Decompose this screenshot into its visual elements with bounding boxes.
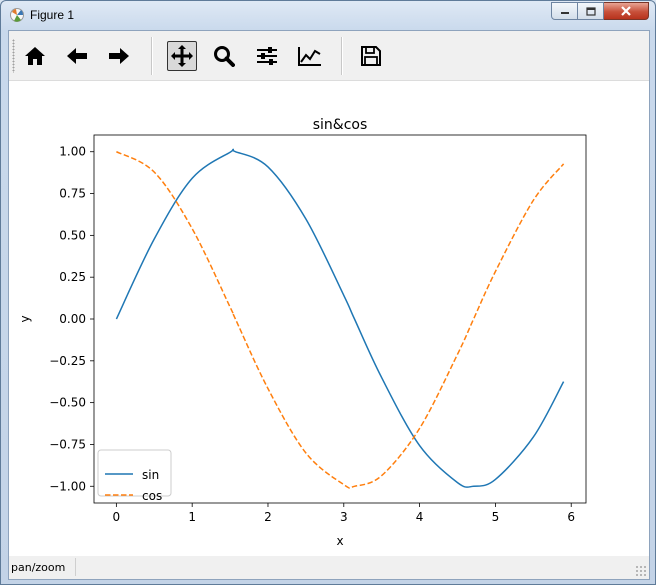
figure-client-area: sin&cos x y 0 1 2 3 4 5 6 1.00 0.75 0.50 0.25 0.00 −… (8, 30, 650, 580)
y-tick-label: −1.00 (49, 479, 86, 493)
save-button[interactable] (356, 41, 386, 71)
title-bar[interactable]: Figure 1 (1, 1, 655, 29)
app-icon (10, 8, 24, 22)
navigation-toolbar (9, 31, 649, 81)
y-tick-label: −0.50 (49, 396, 86, 410)
resize-grip[interactable] (635, 565, 647, 577)
x-tick-label: 3 (340, 510, 348, 524)
x-tick-label: 1 (188, 510, 196, 524)
edit-axis-button[interactable] (295, 41, 325, 71)
minimize-icon (560, 12, 569, 14)
app-window: Figure 1 sin&cos x y 0 1 2 3 4 5 6 1.00 … (0, 0, 656, 585)
move-icon (171, 45, 193, 67)
legend: sin cos (97, 449, 172, 503)
figure-canvas[interactable]: sin&cos x y 0 1 2 3 4 5 6 1.00 0.75 0.50 0.25 0.00 −… (9, 81, 649, 556)
arrow-left-icon (67, 48, 87, 64)
maximize-button[interactable] (578, 2, 604, 20)
status-bar: pan/zoom (9, 556, 649, 579)
legend-label-sin: sin (142, 468, 159, 482)
x-tick-label: 2 (264, 510, 272, 524)
toolbar-separator (341, 37, 343, 75)
minimize-button[interactable] (551, 2, 578, 20)
back-button[interactable] (62, 41, 92, 71)
chart-title: sin&cos (313, 117, 368, 133)
toolbar-separator (151, 37, 153, 75)
sliders-icon (257, 47, 277, 65)
x-tick-label: 5 (492, 510, 500, 524)
forward-button[interactable] (104, 41, 134, 71)
home-icon (25, 47, 45, 65)
floppy-disk-icon (361, 46, 381, 66)
x-tick-label: 0 (113, 510, 121, 524)
y-tick-label: 0.50 (59, 228, 86, 242)
axes-frame (93, 134, 587, 504)
x-tick-label: 4 (416, 510, 424, 524)
close-button[interactable] (604, 2, 649, 20)
y-tick-label: 1.00 (59, 145, 86, 159)
arrow-right-icon (109, 48, 129, 64)
maximize-icon (585, 6, 596, 16)
y-axis-label: y (18, 315, 32, 322)
x-axis-label: x (336, 534, 343, 548)
y-tick-label: 0.00 (59, 312, 86, 326)
close-icon (621, 6, 631, 16)
y-tick-label: 0.75 (59, 187, 86, 201)
y-tick-label: 0.25 (59, 270, 86, 284)
status-message: pan/zoom (11, 561, 66, 574)
window-title: Figure 1 (30, 8, 75, 22)
subplots-button[interactable] (252, 41, 282, 71)
chart-line-icon (298, 47, 321, 66)
toolbar-grip[interactable] (12, 39, 15, 73)
pan-button[interactable] (167, 41, 197, 71)
legend-label-cos: cos (142, 489, 162, 503)
home-button[interactable] (20, 41, 50, 71)
plot-svg[interactable]: sin&cos x y 0 1 2 3 4 5 6 1.00 0.75 0.50 0.25 0.00 −… (9, 81, 649, 556)
magnifier-icon (214, 46, 235, 67)
zoom-button[interactable] (209, 41, 239, 71)
x-tick-label: 6 (567, 510, 575, 524)
y-tick-label: −0.25 (49, 354, 86, 368)
y-tick-label: −0.75 (49, 437, 86, 451)
